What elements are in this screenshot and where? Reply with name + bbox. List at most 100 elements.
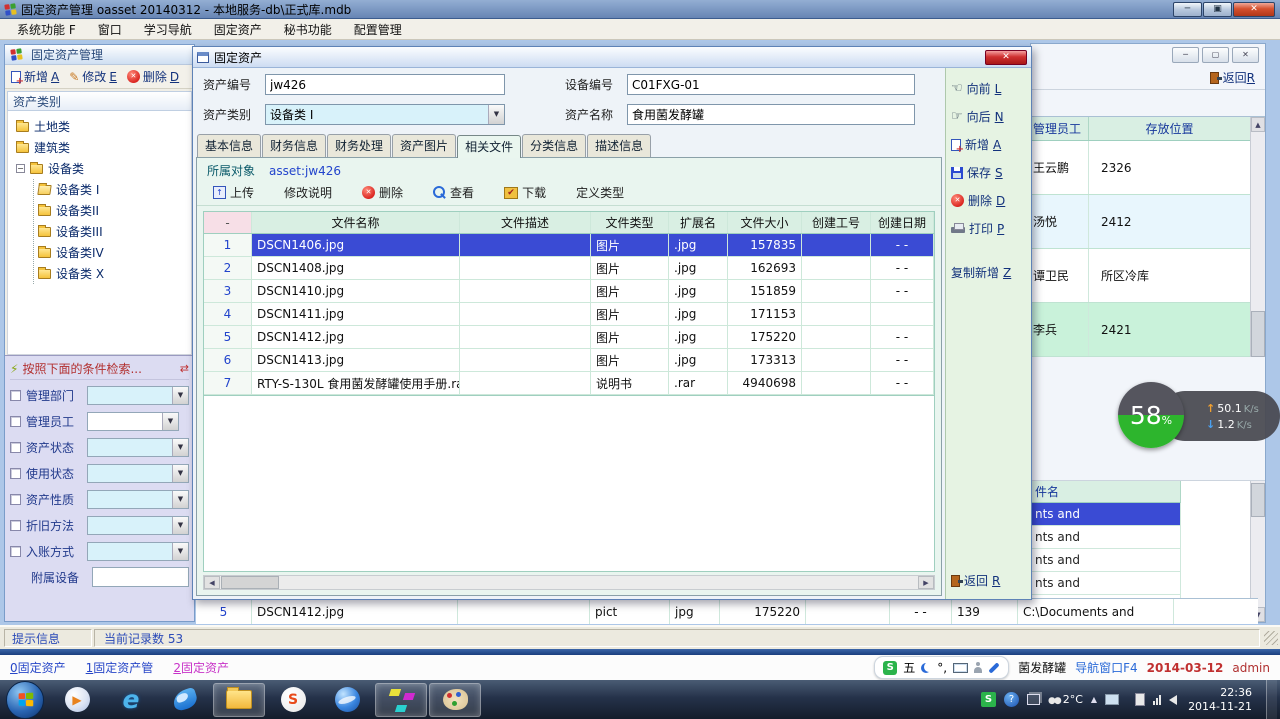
category-combo[interactable]: 设备类 I ▼ bbox=[265, 104, 505, 125]
taskbar-paint[interactable] bbox=[429, 683, 481, 717]
wrench-icon[interactable] bbox=[988, 662, 999, 673]
table-row[interactable]: 1DSCN1406.jpg图片.jpg157835- - bbox=[204, 234, 934, 257]
sogou-tray-icon[interactable]: S bbox=[981, 692, 996, 707]
scroll-right-icon[interactable]: ▶ bbox=[918, 576, 934, 589]
table-row[interactable]: 2DSCN1408.jpg图片.jpg162693- - bbox=[204, 257, 934, 280]
network-signal-icon[interactable] bbox=[1153, 695, 1161, 705]
chevron-down-icon[interactable]: ▼ bbox=[172, 387, 188, 404]
table-row[interactable]: 谭卫民 所区冷库 bbox=[1031, 249, 1250, 303]
taskbar-internet-explorer[interactable]: e bbox=[105, 683, 157, 717]
view-button[interactable]: 查看 bbox=[433, 184, 474, 201]
chevron-down-icon[interactable]: ▼ bbox=[172, 517, 188, 534]
scroll-thumb[interactable] bbox=[1251, 311, 1265, 357]
minimize-button[interactable]: ─ bbox=[1172, 47, 1199, 63]
moon-icon[interactable] bbox=[921, 663, 931, 673]
chevron-down-icon[interactable]: ▼ bbox=[172, 465, 188, 482]
asset-no-field[interactable] bbox=[265, 74, 505, 95]
add-button[interactable]: + 新增A bbox=[951, 136, 1026, 153]
table-row[interactable]: 6DSCN1413.jpg图片.jpg173313- - bbox=[204, 349, 934, 372]
swap-icon[interactable]: ⇄ bbox=[180, 362, 189, 375]
horizontal-scrollbar[interactable]: ◀ ▶ bbox=[203, 575, 935, 590]
return-button[interactable]: 返回R bbox=[951, 572, 1026, 589]
chevron-down-icon[interactable]: ▼ bbox=[172, 491, 188, 508]
table-row[interactable]: 7RTY-S-130L 食用菌发酵罐使用手册.rar说明书.rar4940698… bbox=[204, 372, 934, 395]
minimize-button[interactable]: ─ bbox=[1173, 2, 1202, 17]
checkbox[interactable] bbox=[10, 390, 21, 401]
edit-category-button[interactable]: ✎ 修改E bbox=[69, 68, 117, 85]
close-button[interactable]: ✕ bbox=[985, 50, 1027, 65]
resize-grip[interactable] bbox=[1264, 631, 1278, 645]
taskbar-design-tool[interactable] bbox=[375, 683, 427, 717]
tree-item-equipment-3[interactable]: 设备类III bbox=[38, 221, 189, 242]
list-item[interactable]: nts and bbox=[1031, 549, 1181, 572]
add-category-button[interactable]: + 新增A bbox=[11, 68, 59, 85]
vertical-scrollbar[interactable]: ▲ bbox=[1250, 117, 1265, 357]
list-item[interactable]: nts and bbox=[1031, 526, 1181, 549]
taskbar-media-player[interactable]: ▶ bbox=[51, 683, 103, 717]
tree-item-equipment-4[interactable]: 设备类IV bbox=[38, 242, 189, 263]
volume-icon[interactable] bbox=[1169, 695, 1177, 705]
tab-classification[interactable]: 分类信息 bbox=[522, 134, 586, 157]
asset-name-field[interactable] bbox=[627, 104, 915, 125]
tab-basic-info[interactable]: 基本信息 bbox=[197, 134, 261, 157]
chevron-down-icon[interactable]: ▼ bbox=[162, 413, 178, 430]
chevron-down-icon[interactable]: ▼ bbox=[488, 105, 504, 124]
tab-asset-images[interactable]: 资产图片 bbox=[392, 134, 456, 157]
define-type-button[interactable]: 定义类型 bbox=[576, 184, 624, 201]
tab-related-files[interactable]: 相关文件 bbox=[457, 135, 521, 158]
scroll-left-icon[interactable]: ◀ bbox=[204, 576, 220, 589]
tree-item-equipment-1[interactable]: 设备类 I bbox=[38, 179, 189, 200]
help-tray-icon[interactable]: ? bbox=[1004, 692, 1019, 707]
show-desktop-button[interactable] bbox=[1266, 680, 1277, 719]
table-row[interactable]: 5DSCN1412.jpg图片.jpg175220- - bbox=[204, 326, 934, 349]
table-row[interactable]: 王云鹏 2326 bbox=[1031, 141, 1250, 195]
depreciation-combo[interactable]: ▼ bbox=[87, 516, 189, 535]
background-table-row[interactable]: 5 DSCN1412.jpg pict jpg 175220 - - 139 C… bbox=[196, 598, 1258, 624]
keyboard-icon[interactable] bbox=[953, 663, 968, 673]
chevron-down-icon[interactable]: ▼ bbox=[172, 543, 188, 560]
window-tab-1[interactable]: 1固定资产管 bbox=[86, 659, 154, 676]
checkbox[interactable] bbox=[10, 520, 21, 531]
upload-button[interactable]: ↑ 上传 bbox=[213, 184, 254, 201]
taskbar-browser[interactable] bbox=[321, 683, 373, 717]
taskbar-file-explorer[interactable] bbox=[213, 683, 265, 717]
speed-widget[interactable]: ↑50.1K/s ↓1.2K/s 58% bbox=[1118, 382, 1280, 452]
window-switch-icon[interactable] bbox=[1027, 694, 1040, 705]
nav-window-link[interactable]: 导航窗口F4 bbox=[1075, 659, 1138, 676]
save-button[interactable]: 保存S bbox=[951, 164, 1026, 181]
tab-description[interactable]: 描述信息 bbox=[587, 134, 651, 157]
tree-item-equipment-x[interactable]: 设备类 X bbox=[38, 263, 189, 284]
window-tab-0[interactable]: 0固定资产 bbox=[10, 659, 66, 676]
scroll-up-icon[interactable]: ▲ bbox=[1251, 117, 1265, 132]
scroll-thumb[interactable] bbox=[1251, 483, 1265, 517]
booking-combo[interactable]: ▼ bbox=[87, 542, 189, 561]
clock[interactable]: 22:36 2014-11-21 bbox=[1188, 686, 1252, 714]
table-row[interactable]: 3DSCN1410.jpg图片.jpg151859- - bbox=[204, 280, 934, 303]
delete-button[interactable]: ✕ 删除D bbox=[951, 192, 1026, 209]
sogou-icon[interactable]: S bbox=[883, 661, 897, 675]
checkbox[interactable] bbox=[10, 416, 21, 427]
download-button[interactable]: ✔ 下载 bbox=[504, 184, 546, 201]
asset-nature-combo[interactable]: ▼ bbox=[87, 490, 189, 509]
chevron-down-icon[interactable]: ▼ bbox=[172, 439, 188, 456]
employee-combo[interactable]: ▼ bbox=[87, 412, 179, 431]
copy-add-button[interactable]: 复制新增Z bbox=[951, 264, 1026, 281]
list-item[interactable]: nts and bbox=[1031, 572, 1181, 595]
taskbar-sogou[interactable]: S bbox=[267, 683, 319, 717]
checkbox[interactable] bbox=[10, 468, 21, 479]
table-row[interactable]: 李兵 2421 bbox=[1031, 303, 1250, 357]
tree-item-building[interactable]: 建筑类 bbox=[16, 137, 189, 158]
menu-fixed-assets[interactable]: 固定资产 bbox=[203, 19, 273, 40]
attach-device-input[interactable] bbox=[92, 567, 189, 587]
memory-percent-ball[interactable]: 58% bbox=[1118, 382, 1184, 448]
tree-item-equipment[interactable]: − 设备类 bbox=[16, 158, 189, 179]
start-button[interactable] bbox=[6, 681, 44, 719]
print-button[interactable]: 打印P bbox=[951, 220, 1026, 237]
usage-status-combo[interactable]: ▼ bbox=[87, 464, 189, 483]
checkbox[interactable] bbox=[10, 494, 21, 505]
tree-item-equipment-2[interactable]: 设备类II bbox=[38, 200, 189, 221]
next-button[interactable]: ☞ 向后N bbox=[951, 108, 1026, 125]
col-manager[interactable]: 管理员工 bbox=[1031, 117, 1089, 140]
device-no-field[interactable] bbox=[627, 74, 915, 95]
collapse-icon[interactable]: − bbox=[16, 164, 25, 173]
